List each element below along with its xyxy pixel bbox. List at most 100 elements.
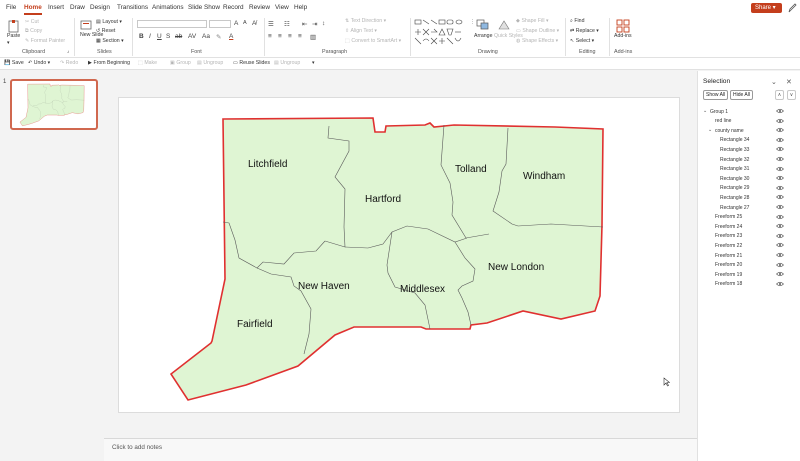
visibility-eye-icon[interactable] [776, 156, 784, 162]
arrange-icon[interactable] [476, 19, 490, 31]
highlight-icon[interactable]: ✎ [216, 33, 221, 41]
from-beginning-button[interactable]: ▶ From Beginning [88, 60, 130, 66]
strikethrough-icon[interactable]: ab [175, 33, 182, 40]
visibility-eye-icon[interactable] [776, 214, 784, 220]
line-spacing-icon[interactable]: ↕ [322, 20, 325, 27]
layout-button[interactable]: ▤ Layout ▾ [96, 19, 122, 25]
justify-icon[interactable]: ≡ [298, 33, 302, 40]
county-label-tolland[interactable]: Tolland [455, 164, 487, 175]
char-spacing-icon[interactable]: AV [188, 33, 196, 40]
paste-dropdown-icon[interactable]: ▾ [7, 40, 10, 46]
tab-transitions[interactable]: Transitions [117, 4, 148, 11]
selection-item[interactable]: Rectangle 33 [698, 145, 800, 155]
selection-item[interactable]: Freeform 21 [698, 251, 800, 261]
visibility-eye-icon[interactable] [776, 108, 784, 114]
arrange-button[interactable]: Arrange [474, 33, 492, 39]
shape-outline-button[interactable]: ▭ Shape Outline ▾ [516, 28, 559, 34]
shadow-icon[interactable]: S [166, 33, 170, 40]
columns-icon[interactable]: ▥ [310, 33, 316, 41]
new-slide-icon[interactable] [80, 19, 92, 31]
visibility-eye-icon[interactable] [776, 166, 784, 172]
addins-icon[interactable] [616, 19, 630, 33]
selection-item[interactable]: ⌄ Group 1 [698, 107, 800, 117]
selection-item[interactable]: Rectangle 34 [698, 136, 800, 146]
cut-button[interactable]: ✂ Cut [25, 19, 39, 25]
selection-item[interactable]: Rectangle 32 [698, 155, 800, 165]
visibility-eye-icon[interactable] [776, 262, 784, 268]
increase-indent-icon[interactable]: ⇥ [312, 20, 317, 28]
decrease-indent-icon[interactable]: ⇤ [302, 20, 307, 28]
customize-qat-icon[interactable]: ▾ [312, 60, 315, 66]
slide-canvas[interactable]: Litchfield Hartford Tolland Windham New … [118, 97, 680, 413]
visibility-eye-icon[interactable] [776, 233, 784, 239]
tab-record[interactable]: Record [223, 4, 244, 11]
tab-animations[interactable]: Animations [152, 4, 184, 11]
show-all-button[interactable]: Show All [703, 90, 729, 100]
reset-button[interactable]: ↺ Reset [96, 28, 115, 34]
align-right-icon[interactable]: ≡ [288, 33, 292, 40]
select-button[interactable]: ↖ Select ▾ [570, 38, 594, 44]
visibility-eye-icon[interactable] [776, 137, 784, 143]
tab-review[interactable]: Review [249, 4, 270, 11]
county-label-middlesex[interactable]: Middlesex [400, 284, 445, 295]
find-button[interactable]: ⌕ Find [570, 18, 584, 25]
make-shape-button[interactable]: ⬚ Make [138, 60, 157, 66]
addins-button[interactable]: Add-ins [614, 33, 632, 39]
underline-icon[interactable]: U [157, 33, 162, 40]
pane-options-icon[interactable]: ⌄ [771, 78, 777, 86]
tab-file[interactable]: File [6, 4, 16, 11]
decrease-font-icon[interactable]: A [243, 20, 247, 26]
selection-item[interactable]: Rectangle 30 [698, 174, 800, 184]
quick-styles-icon[interactable] [497, 19, 511, 31]
ungroup-secondary-button[interactable]: ▤ Ungroup [274, 60, 300, 66]
align-left-icon[interactable]: ≡ [268, 33, 272, 40]
shape-fill-button[interactable]: ◆ Shape Fill ▾ [516, 18, 549, 24]
shape-effects-button[interactable]: ◍ Shape Effects ▾ [516, 38, 558, 44]
selection-item[interactable]: red line [698, 117, 800, 127]
paste-button[interactable]: Paste [7, 33, 20, 39]
visibility-eye-icon[interactable] [776, 118, 784, 124]
tab-view[interactable]: View [275, 4, 289, 11]
county-label-new-haven[interactable]: New Haven [298, 281, 350, 292]
visibility-eye-icon[interactable] [776, 223, 784, 229]
selection-item[interactable]: Freeform 19 [698, 270, 800, 280]
selection-item[interactable]: Freeform 20 [698, 261, 800, 271]
selection-item[interactable]: ⌄ county name [698, 126, 800, 136]
slide-thumbnail[interactable] [10, 79, 98, 130]
tab-home[interactable]: Home [24, 4, 42, 15]
tab-draw[interactable]: Draw [70, 4, 85, 11]
numbering-icon[interactable]: ☷ [284, 20, 290, 28]
selection-item[interactable]: Freeform 18 [698, 280, 800, 290]
reuse-slides-button[interactable]: ▭ Reuse Slides [233, 60, 270, 66]
hide-all-button[interactable]: Hide All [730, 90, 753, 100]
align-center-icon[interactable]: ≡ [278, 33, 282, 40]
visibility-eye-icon[interactable] [776, 146, 784, 152]
selection-item[interactable]: Rectangle 29 [698, 184, 800, 194]
send-backward-icon[interactable]: ∨ [787, 90, 796, 100]
expand-caret-icon[interactable]: ⌄ [708, 127, 712, 133]
county-label-litchfield[interactable]: Litchfield [248, 159, 287, 170]
visibility-eye-icon[interactable] [776, 252, 784, 258]
bring-forward-icon[interactable]: ∧ [775, 90, 784, 100]
font-color-icon[interactable]: A [229, 33, 233, 40]
selection-item[interactable]: Freeform 23 [698, 232, 800, 242]
align-text-button[interactable]: ⇳ Align Text ▾ [345, 28, 377, 34]
tab-design[interactable]: Design [90, 4, 110, 11]
italic-icon[interactable]: I [149, 33, 151, 40]
visibility-eye-icon[interactable] [776, 281, 784, 287]
selection-item[interactable]: Rectangle 28 [698, 193, 800, 203]
notes-pane[interactable]: Click to add notes [104, 438, 697, 461]
clear-formatting-icon[interactable]: A̸ [252, 20, 256, 27]
visibility-eye-icon[interactable] [776, 185, 784, 191]
paste-icon[interactable] [7, 19, 21, 33]
county-label-hartford[interactable]: Hartford [365, 194, 401, 205]
increase-font-icon[interactable]: A [234, 20, 238, 27]
ungroup-button[interactable]: ▤ Ungroup [197, 60, 223, 66]
clipboard-launcher-icon[interactable]: ⌟ [67, 48, 69, 54]
visibility-eye-icon[interactable] [776, 175, 784, 181]
selection-item[interactable]: Freeform 25 [698, 213, 800, 223]
selection-item[interactable]: Freeform 22 [698, 241, 800, 251]
selection-item[interactable]: Rectangle 27 [698, 203, 800, 213]
county-label-windham[interactable]: Windham [523, 171, 565, 182]
connecticut-map[interactable]: Litchfield Hartford Tolland Windham New … [119, 98, 681, 414]
